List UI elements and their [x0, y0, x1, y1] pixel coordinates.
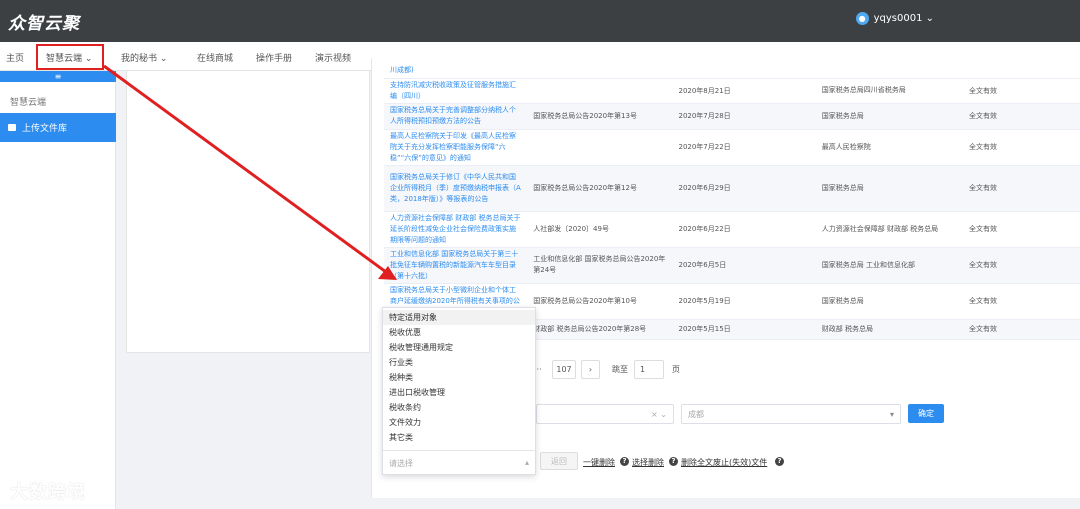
table-cell-doc-number	[527, 78, 673, 104]
user-menu[interactable]: ● yqys0001 ⌄	[855, 12, 934, 25]
chevron-up-icon: ▴	[524, 458, 529, 467]
table-cell-date: 2020年7月22日	[672, 129, 816, 166]
table-cell-title[interactable]: 国家税务总局关于修订《中华人民共和国企业所得税月（季）度预缴纳税申报表（A类，2…	[384, 165, 528, 212]
nav-online-store[interactable]: 在线商城	[197, 51, 233, 64]
dropdown-option[interactable]: 税收条约	[383, 400, 535, 415]
table-cell-doc-number	[527, 129, 673, 166]
table-cell-status: 全文有效	[962, 319, 1080, 340]
table-cell-issuer: 国家税务总局 工业和信息化部	[815, 247, 963, 284]
dropdown-option[interactable]: 行业类	[383, 355, 535, 370]
pager-goto-label: 跳至	[612, 365, 628, 374]
dropdown-option[interactable]: 税种类	[383, 370, 535, 385]
delete-invalid-files-link[interactable]: 删除全文废止(失效)文件	[681, 457, 767, 468]
table-cell-date: 2020年6月29日	[672, 165, 816, 212]
back-button[interactable]: 返回	[540, 452, 578, 470]
region-select-value: 成都	[688, 409, 704, 419]
table-cell-title[interactable]: 人力资源社会保障部 财政部 税务总局关于延长阶段性减免企业社会保险费政策实施期限…	[384, 211, 528, 248]
table-cell-date: 2020年6月5日	[672, 247, 816, 284]
table-cell-status: 全文有效	[962, 103, 1080, 130]
dropdown-select-input[interactable]: 请选择 ▴	[383, 450, 535, 474]
table-cell-doc-number: 财政部 税务总局公告2020年第28号	[527, 319, 673, 340]
table-cell-status: 全文有效	[962, 78, 1080, 104]
nav-highlight-box	[36, 44, 104, 70]
confirm-button[interactable]: 确定	[908, 404, 944, 423]
table-cell-doc-number: 国家税务总局公告2020年第13号	[527, 103, 673, 130]
table-cell-title[interactable]: 工业和信息化部 国家税务总局关于第三十批免征车辆购置税的新能源汽车车型目录（第十…	[384, 247, 528, 284]
table-row: 国家税务总局关于完善调整部分纳税人个人所得税预扣预缴方法的公告 国家税务总局公告…	[384, 103, 1080, 130]
document-table: 川成都) 支持防汛减灾税收政策及征管服务措施汇编（四川） 2020年8月21日 …	[384, 64, 1080, 340]
pager-next-button[interactable]: ›	[581, 360, 600, 379]
pager-page-unit: 页	[672, 365, 680, 374]
sidebar-item-upload-library[interactable]: 上传文件库	[0, 113, 116, 142]
pager-ellipsis[interactable]: ···	[534, 365, 552, 374]
table-cell-issuer: 国家税务总局	[815, 165, 963, 212]
table-row: 国家税务总局关于修订《中华人民共和国企业所得税月（季）度预缴纳税申报表（A类，2…	[384, 165, 1080, 212]
table-cell-issuer: 人力资源社会保障部 财政部 税务总局	[815, 211, 963, 248]
table-cell-status: 全文有效	[962, 129, 1080, 166]
pagination: ··· 107 › 跳至 1 页	[534, 360, 680, 379]
table-cell-issuer: 国家税务总局四川省税务局	[815, 78, 963, 104]
dropdown-option[interactable]: 文件效力	[383, 415, 535, 430]
select-delete-link[interactable]: 选择删除	[632, 457, 664, 468]
sidebar-section-title: 智慧云端	[10, 98, 47, 108]
table-cell-doc-number: 国家税务总局公告2020年第10号	[527, 283, 673, 320]
table-cell-title[interactable]: 支持防汛减灾税收政策及征管服务措施汇编（四川）	[384, 78, 528, 104]
user-avatar-icon: ●	[855, 12, 869, 25]
table-cell-status: 全文有效	[962, 247, 1080, 284]
nav-manual[interactable]: 操作手册	[256, 51, 292, 64]
category-dropdown: 特定适用对象 税收优惠 税收管理通用规定 行业类 税种类 进出口税收管理 税收条…	[382, 307, 536, 475]
table-cell-date: 2020年7月28日	[672, 103, 816, 130]
table-cell-title[interactable]: 国家税务总局关于完善调整部分纳税人个人所得税预扣预缴方法的公告	[384, 103, 528, 130]
table-row: 支持防汛减灾税收政策及征管服务措施汇编（四川） 2020年8月21日 国家税务总…	[384, 78, 1080, 104]
help-icon[interactable]: ?	[775, 457, 784, 466]
table-cell-doc-number: 人社部发〔2020〕49号	[527, 211, 673, 248]
table-cell-date: 2020年6月22日	[672, 211, 816, 248]
table-cell-title[interactable]: 川成都)	[384, 64, 528, 79]
watermark-logo: 大数跨境	[10, 482, 86, 503]
chevron-down-icon: ▾	[889, 409, 894, 419]
sidebar: ≡ 智慧云端 上传文件库	[0, 71, 116, 509]
table-cell-issuer: 最高人民检察院	[815, 129, 963, 166]
nav-demo-video[interactable]: 演示视频	[315, 51, 351, 64]
folder-icon	[8, 124, 16, 131]
sidebar-collapse-button[interactable]: ≡	[0, 71, 116, 82]
dropdown-option[interactable]: 税收管理通用规定	[383, 340, 535, 355]
help-icon[interactable]: ?	[620, 457, 629, 466]
dropdown-option[interactable]: 税收优惠	[383, 325, 535, 340]
table-cell-issuer: 国家税务总局	[815, 283, 963, 320]
table-cell-doc-number: 国家税务总局公告2020年第12号	[527, 165, 673, 212]
one-click-delete-link[interactable]: 一键删除	[583, 457, 615, 468]
table-row: 工业和信息化部 国家税务总局关于第三十批免征车辆购置税的新能源汽车车型目录（第十…	[384, 247, 1080, 284]
table-cell-status: 全文有效	[962, 211, 1080, 248]
dropdown-placeholder: 请选择	[389, 459, 413, 468]
app-logo[interactable]: 众智云聚	[8, 9, 80, 34]
pager-last-page[interactable]: 107	[552, 360, 576, 379]
clear-select-icon[interactable]: × ⌄	[651, 410, 667, 419]
pager-page-input[interactable]: 1	[634, 360, 664, 379]
sidebar-item-label: 上传文件库	[22, 124, 68, 134]
category-select[interactable]: × ⌄	[536, 404, 674, 424]
table-row: 最高人民检察院关于印发《最高人民检察院关于充分发挥检察职能服务保障“六稳”“六保…	[384, 129, 1080, 166]
table-row: 人力资源社会保障部 财政部 税务总局关于延长阶段性减免企业社会保险费政策实施期限…	[384, 211, 1080, 248]
table-cell-status: 全文有效	[962, 165, 1080, 212]
table-cell-status: 全文有效	[962, 283, 1080, 320]
table-cell-issuer: 国家税务总局	[815, 103, 963, 130]
region-select[interactable]: 成都 ▾	[681, 404, 901, 424]
table-cell-issuer: 财政部 税务总局	[815, 319, 963, 340]
table-cell-date: 2020年8月21日	[672, 78, 816, 104]
dropdown-option[interactable]: 进出口税收管理	[383, 385, 535, 400]
username[interactable]: yqys0001 ⌄	[874, 13, 934, 24]
table-cell-date: 2020年5月19日	[672, 283, 816, 320]
table-cell-doc-number: 工业和信息化部 国家税务总局公告2020年第24号	[527, 247, 673, 284]
nav-my-secretary[interactable]: 我的秘书 ⌄	[121, 51, 167, 64]
table-row: 川成都)	[384, 64, 1080, 79]
dropdown-option[interactable]: 其它类	[383, 430, 535, 445]
top-bar: 众智云聚 ● yqys0001 ⌄	[0, 0, 1080, 42]
nav-home[interactable]: 主页	[6, 51, 24, 64]
dropdown-option[interactable]: 特定适用对象	[383, 310, 535, 325]
table-cell-title[interactable]: 最高人民检察院关于印发《最高人民检察院关于充分发挥检察职能服务保障“六稳”“六保…	[384, 129, 528, 166]
help-icon[interactable]: ?	[669, 457, 678, 466]
tree-panel	[126, 71, 370, 353]
table-cell-date: 2020年5月15日	[672, 319, 816, 340]
